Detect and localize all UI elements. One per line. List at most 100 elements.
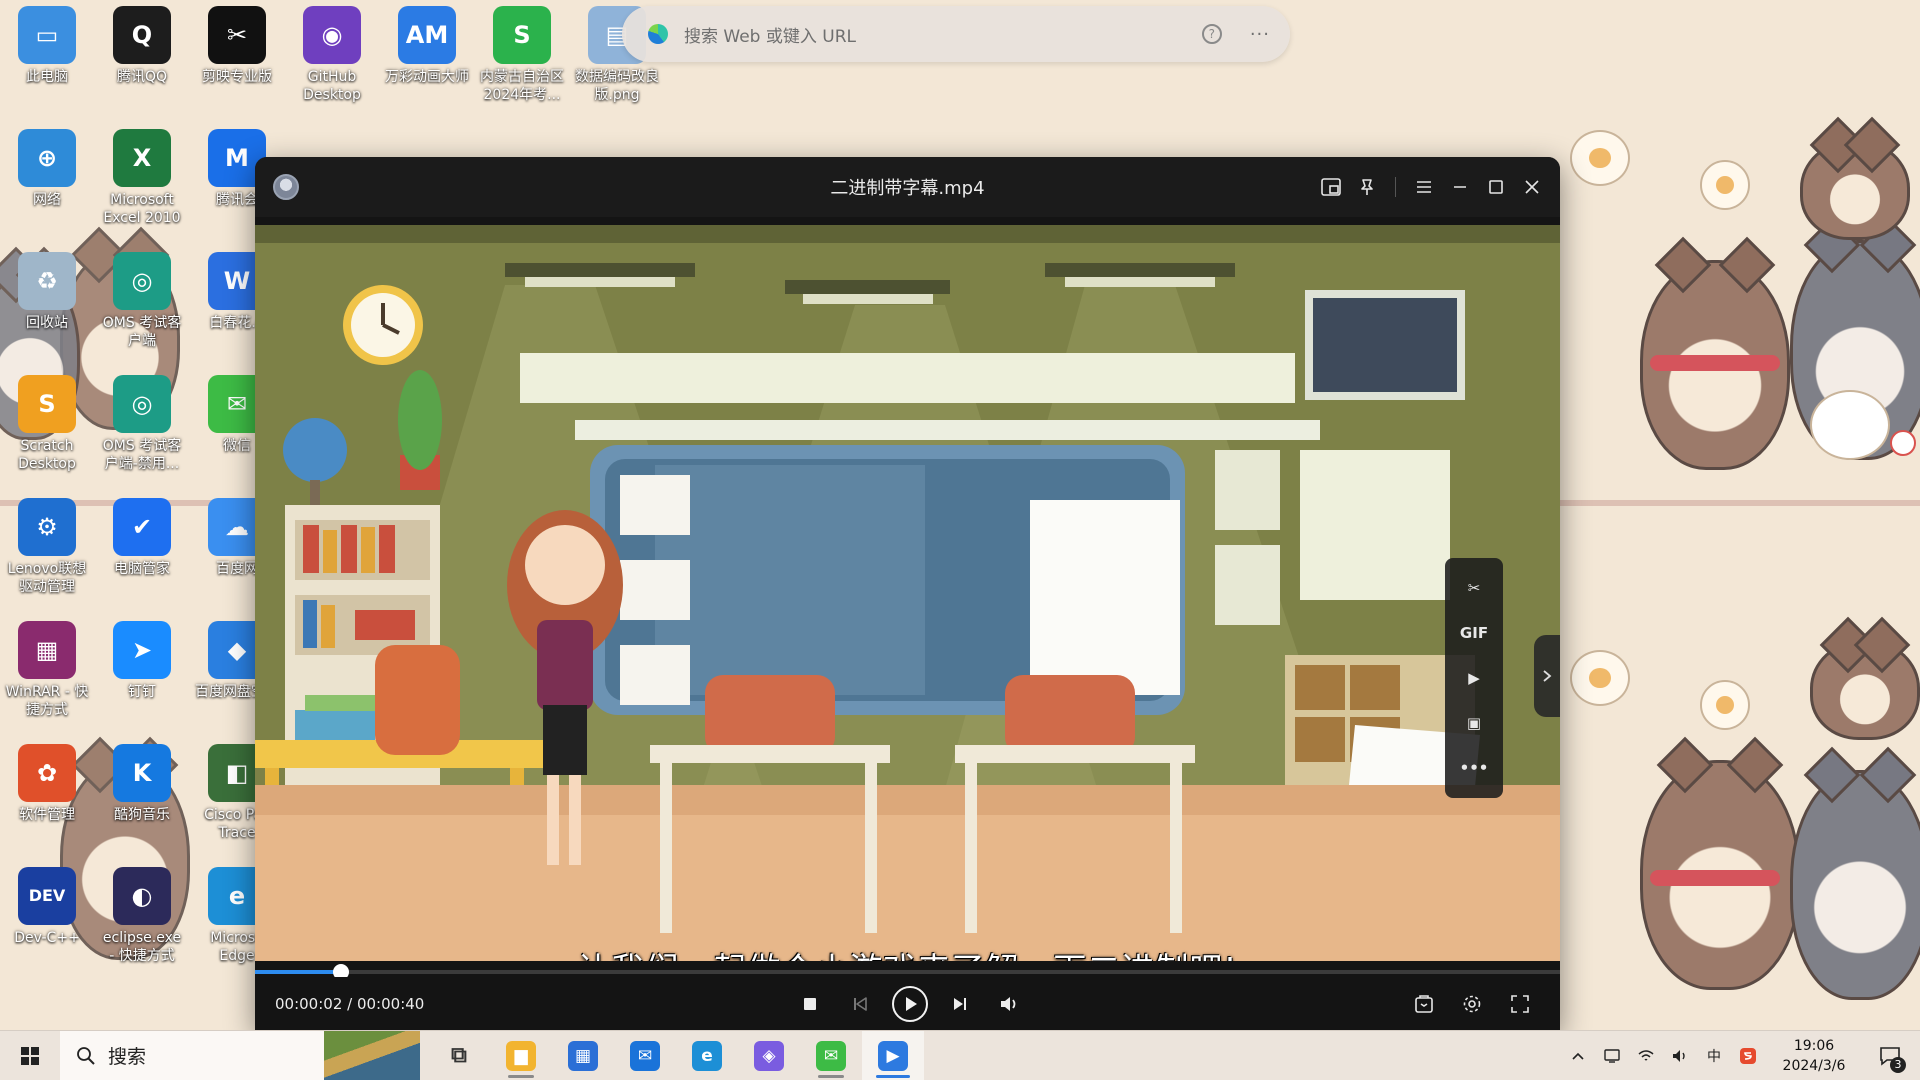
- taskbar-app-mail[interactable]: ✉: [614, 1031, 676, 1080]
- device-icon[interactable]: [1598, 1036, 1626, 1076]
- desktop-icon-label: 剪映专业版: [202, 69, 272, 85]
- app-icon: S: [493, 6, 551, 64]
- desktop-icon[interactable]: ✔ 电脑管家: [99, 498, 185, 578]
- progress-bar[interactable]: [255, 964, 1560, 980]
- desktop-icon[interactable]: DEV Dev-C++: [4, 867, 90, 947]
- taskbar-app-wechat[interactable]: ✉: [800, 1031, 862, 1080]
- app-icon: ⚙: [18, 498, 76, 556]
- speaker-icon[interactable]: [1666, 1036, 1694, 1076]
- previous-button[interactable]: [835, 979, 885, 1029]
- desktop-icon[interactable]: Q 腾讯QQ: [99, 6, 185, 86]
- sogou-ime-icon[interactable]: [1734, 1036, 1762, 1076]
- next-button[interactable]: [935, 979, 985, 1029]
- system-clock[interactable]: 19:06 2024/3/6: [1768, 1036, 1860, 1076]
- desktop-icon[interactable]: ▦ WinRAR - 快捷方式: [4, 621, 90, 719]
- desktop-icon[interactable]: ♻ 回收站: [4, 252, 90, 332]
- wallpaper-scarf: [1650, 355, 1780, 371]
- user-avatar[interactable]: [273, 174, 299, 200]
- time-separator: /: [342, 994, 357, 1013]
- playlist-button[interactable]: [1404, 979, 1444, 1029]
- app-icon: ▦: [18, 621, 76, 679]
- desktop-icon[interactable]: K 酷狗音乐: [99, 744, 185, 824]
- wechat-icon: ✉: [816, 1040, 846, 1071]
- next-icon: [954, 997, 966, 1010]
- app-icon: ◎: [113, 375, 171, 433]
- help-icon[interactable]: ?: [1201, 24, 1222, 44]
- desktop-icon[interactable]: ◎ OMS 考试客户端-禁用...: [99, 375, 185, 473]
- desktop-icon[interactable]: ✿ 软件管理: [4, 744, 90, 824]
- fullscreen-icon: [1511, 994, 1529, 1013]
- desktop-icon[interactable]: ➤ 钉钉: [99, 621, 185, 701]
- close-icon[interactable]: [1514, 169, 1550, 205]
- windows-logo-icon: [21, 1046, 39, 1065]
- desktop-icon[interactable]: S Scratch Desktop: [4, 375, 90, 473]
- desktop-icon[interactable]: ⚙ Lenovo联想驱动管理: [4, 498, 90, 596]
- start-button[interactable]: [0, 1031, 60, 1080]
- desktop-icon-label: 钉钉: [128, 684, 156, 700]
- more-tools-icon[interactable]: •••: [1456, 750, 1492, 786]
- gear-icon: [1463, 995, 1481, 1012]
- app-icon: ✔: [113, 498, 171, 556]
- desktop-icon[interactable]: X Microsoft Excel 2010: [99, 129, 185, 227]
- taskbar-app-video-player[interactable]: ▶: [862, 1030, 924, 1080]
- wallpaper-blob: [1570, 130, 1630, 186]
- video-frame[interactable]: 让我们一起做个小游戏来了解一下二进制吧! ✂ GIF ▶ ▣ •••: [255, 225, 1560, 961]
- edge-logo-icon: [648, 24, 668, 44]
- desktop-icon[interactable]: ▭ 此电脑: [4, 6, 90, 86]
- play-icon: [892, 985, 928, 1022]
- chevron-up-icon[interactable]: [1564, 1036, 1592, 1076]
- mini-mode-icon[interactable]: [1313, 169, 1349, 205]
- notification-center-button[interactable]: 3: [1866, 1031, 1914, 1080]
- maximize-icon[interactable]: [1478, 169, 1514, 205]
- taskbar-apps: ⧉ ▆ ▦ ✉ e ◈ ✉ ▶: [428, 1030, 924, 1080]
- settings-button[interactable]: [1452, 979, 1492, 1029]
- taskbar-search[interactable]: 搜索: [60, 1030, 420, 1080]
- taskbar-app-edge[interactable]: e: [676, 1031, 738, 1080]
- desktop-icon[interactable]: ⊕ 网络: [4, 129, 90, 209]
- desktop-icon-label: 万彩动画大师: [385, 69, 469, 85]
- taskbar-search-label: 搜索: [108, 1046, 147, 1068]
- taskbar-app-copilot[interactable]: ◈: [738, 1031, 800, 1080]
- system-tray: 中 19:06 2024/3/6 3: [1564, 1031, 1920, 1080]
- more-options-icon[interactable]: ···: [1250, 24, 1270, 45]
- volume-button[interactable]: [985, 979, 1035, 1029]
- input-method-indicator[interactable]: 中: [1700, 1036, 1728, 1076]
- fullscreen-button[interactable]: [1500, 979, 1540, 1029]
- app-icon: Q: [113, 6, 171, 64]
- desktop-icon[interactable]: ◎ OMS 考试客户端: [99, 252, 185, 350]
- browser-search-bar[interactable]: 搜索 Web 或键入 URL ? ···: [622, 6, 1290, 62]
- edge-icon: e: [692, 1040, 722, 1071]
- menu-icon[interactable]: [1406, 169, 1442, 205]
- app-icon: ⊕: [18, 129, 76, 187]
- desktop-icon-label: Microsoft Excel 2010: [103, 192, 181, 226]
- play-button[interactable]: [885, 979, 935, 1029]
- minimize-icon[interactable]: [1442, 169, 1478, 205]
- side-panel-toggle[interactable]: [1534, 635, 1560, 717]
- wallpaper-blob: [1810, 390, 1890, 460]
- desktop-icon[interactable]: ✂ 剪映专业版: [194, 6, 280, 86]
- desktop-icon-label: Scratch Desktop: [18, 438, 76, 472]
- desktop-icon[interactable]: ◉ GitHub Desktop: [289, 6, 375, 104]
- pin-on-top-icon[interactable]: [1349, 169, 1385, 205]
- cut-icon[interactable]: ✂: [1456, 570, 1492, 606]
- search-placeholder[interactable]: 搜索 Web 或键入 URL: [684, 22, 1202, 47]
- desktop-icon[interactable]: S 内蒙古自治区2024年考...: [479, 6, 565, 104]
- copilot-icon: ◈: [754, 1040, 784, 1071]
- mail-icon: ✉: [630, 1040, 660, 1071]
- wallpaper-blob: [1700, 160, 1750, 210]
- player-titlebar[interactable]: 二进制带字幕.mp4: [255, 157, 1560, 217]
- wallpaper-cat: [1810, 640, 1920, 740]
- wallpaper-badge: [1890, 430, 1916, 456]
- wifi-icon[interactable]: [1632, 1036, 1660, 1076]
- taskbar-app-file-explorer[interactable]: ▆: [490, 1031, 552, 1080]
- stop-button[interactable]: [785, 979, 835, 1029]
- taskbar-app-task-view[interactable]: ⧉: [428, 1031, 490, 1080]
- desktop-icon[interactable]: ◐ eclipse.exe - 快捷方式: [99, 867, 185, 965]
- gif-button[interactable]: GIF: [1456, 615, 1492, 651]
- notification-count: 3: [1890, 1056, 1906, 1073]
- file-explorer-icon: ▆: [506, 1040, 536, 1071]
- taskbar-app-microsoft-store[interactable]: ▦: [552, 1031, 614, 1080]
- screenshot-icon[interactable]: ▣: [1456, 705, 1492, 741]
- screen-record-icon[interactable]: ▶: [1456, 660, 1492, 696]
- desktop-icon[interactable]: AM 万彩动画大师: [384, 6, 470, 86]
